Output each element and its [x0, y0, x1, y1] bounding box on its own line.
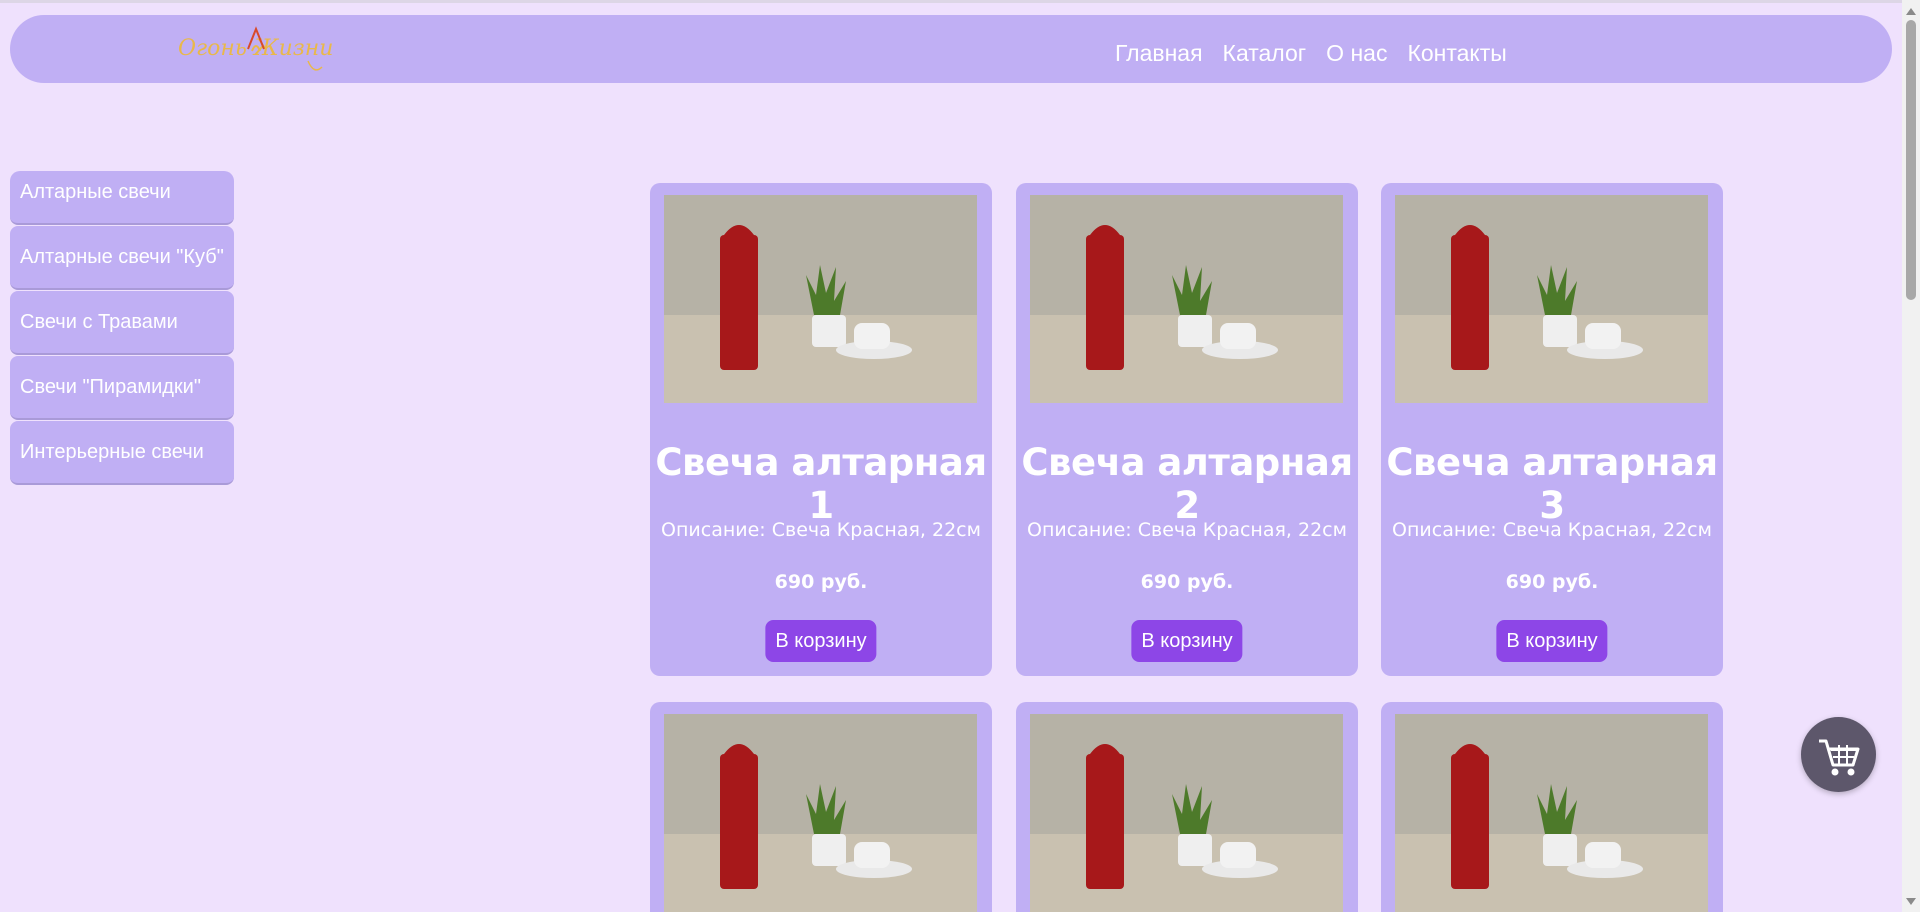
add-to-cart-button[interactable]: В корзину	[765, 620, 877, 662]
main-nav: Главная Каталог О нас Контакты	[1115, 40, 1507, 67]
product-description: Описание: Свеча Красная, 22см	[661, 519, 981, 541]
scroll-down-arrow-icon[interactable]	[1906, 898, 1916, 905]
cart-button[interactable]	[1801, 717, 1876, 792]
category-sidebar: Алтарные свечи Алтарные свечи "Куб" Свеч…	[10, 171, 234, 485]
sidebar-item-herb-candles[interactable]: Свечи с Травами	[10, 291, 234, 355]
product-title: Свеча алтарная 3	[1386, 441, 1718, 527]
product-price: 690 руб.	[1505, 571, 1599, 593]
cart-icon	[1819, 739, 1860, 776]
product-description: Описание: Свеча Красная, 22см	[1392, 519, 1712, 541]
product-price: 690 руб.	[1140, 571, 1234, 593]
product-description: Описание: Свеча Красная, 22см	[1027, 519, 1347, 541]
add-to-cart-button[interactable]: В корзину	[1496, 620, 1608, 662]
logo-text: Огонь Жизни	[178, 36, 333, 61]
product-title: Свеча алтарная 2	[1021, 441, 1353, 527]
nav-contacts[interactable]: Контакты	[1407, 40, 1506, 67]
product-photo	[664, 714, 977, 912]
nav-home[interactable]: Главная	[1115, 40, 1203, 67]
product-card: Свеча алтарная 3 Описание: Свеча Красная…	[1381, 183, 1723, 676]
sidebar-item-altar-candles[interactable]: Алтарные свечи	[10, 171, 234, 225]
scroll-thumb[interactable]	[1906, 20, 1916, 300]
product-photo	[1395, 714, 1708, 912]
product-card	[1381, 702, 1723, 912]
browser-top-line	[0, 0, 1920, 3]
sidebar-item-altar-cube[interactable]: Алтарные свечи "Куб"	[10, 226, 234, 290]
product-photo	[1395, 195, 1708, 403]
product-card: Свеча алтарная 1 Описание: Свеча Красная…	[650, 183, 992, 676]
nav-about[interactable]: О нас	[1326, 40, 1387, 67]
scroll-up-arrow-icon[interactable]	[1906, 8, 1916, 15]
sidebar-item-pyramids[interactable]: Свечи "Пирамидки"	[10, 356, 234, 420]
page-scrollbar[interactable]	[1902, 0, 1920, 912]
nav-catalog[interactable]: Каталог	[1223, 40, 1307, 67]
product-photo	[664, 195, 977, 403]
product-photo	[1030, 714, 1343, 912]
navbar: Огонь Жизни Главная Каталог О нас Контак…	[10, 15, 1892, 83]
add-to-cart-button[interactable]: В корзину	[1131, 620, 1243, 662]
product-title: Свеча алтарная 1	[655, 441, 987, 527]
product-card: Свеча алтарная 2 Описание: Свеча Красная…	[1016, 183, 1358, 676]
sidebar-item-interior-candles[interactable]: Интерьерные свечи	[10, 421, 234, 485]
product-card	[650, 702, 992, 912]
product-card	[1016, 702, 1358, 912]
product-photo	[1030, 195, 1343, 403]
product-price: 690 руб.	[774, 571, 868, 593]
site-logo[interactable]: Огонь Жизни	[178, 21, 378, 81]
